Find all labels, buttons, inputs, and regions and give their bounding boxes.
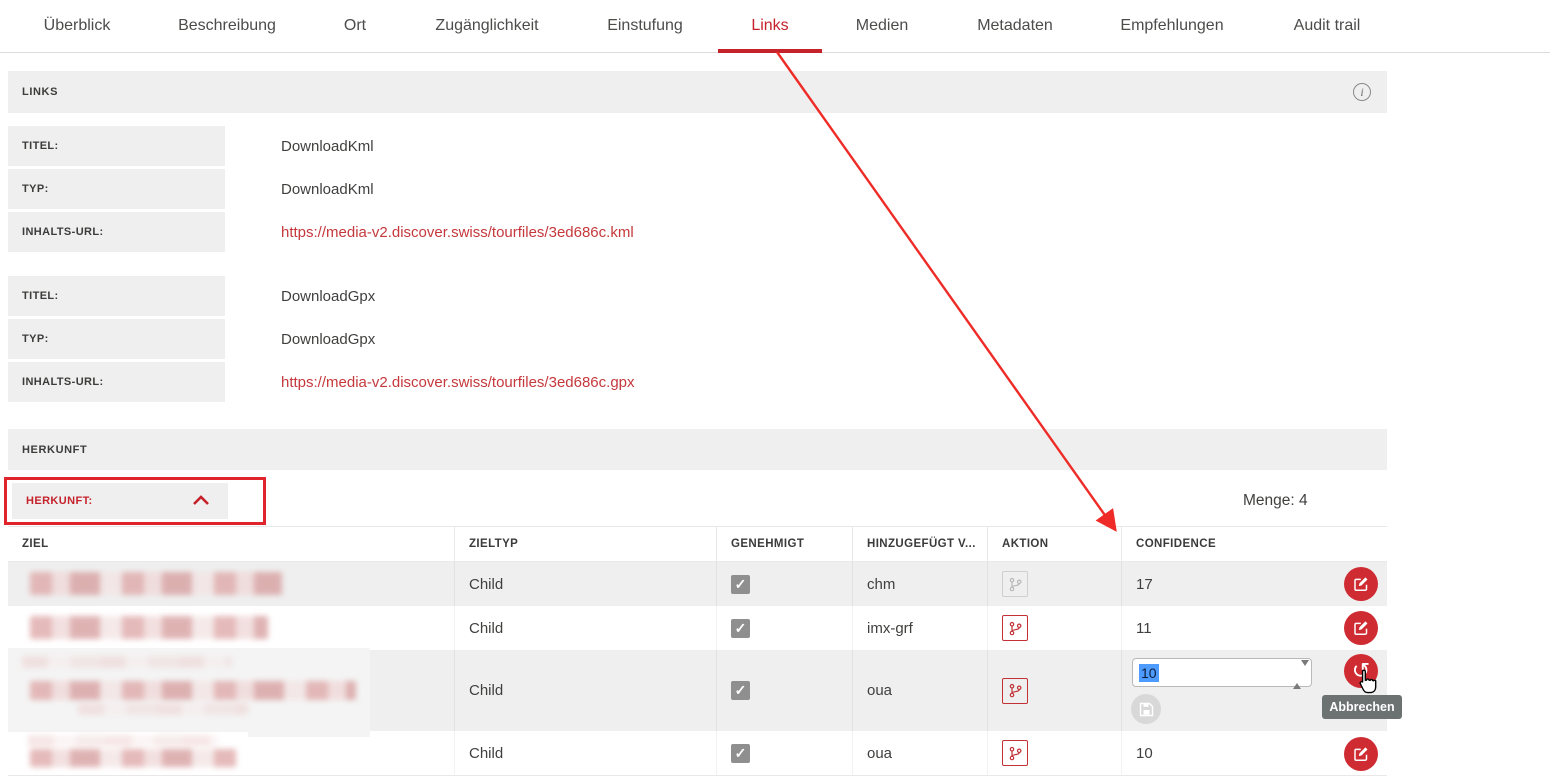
menge-count: Menge: 4 [1243, 492, 1308, 510]
titel-label: TITEL: [8, 126, 225, 166]
genehmigt-checkbox[interactable] [731, 619, 750, 638]
save-disk-icon [1139, 702, 1154, 717]
save-confidence-button[interactable] [1131, 694, 1161, 724]
herkunft-section-header: HERKUNFT [8, 429, 1387, 470]
titel-label: TITEL: [8, 276, 225, 316]
links-section-header: LINKS i [8, 71, 1387, 113]
zieltyp-value: Child [455, 650, 717, 731]
edit-pencil-icon [1353, 746, 1369, 762]
edit-confidence-button[interactable] [1344, 611, 1378, 645]
tab-zugaenglichkeit[interactable]: Zugänglichkeit [435, 17, 538, 35]
genehmigt-checkbox[interactable] [731, 744, 750, 763]
inhalts-url-link[interactable]: https://media-v2.discover.swiss/tourfile… [281, 212, 634, 252]
links-section-title: LINKS [22, 86, 58, 98]
typ-label: TYP: [8, 169, 225, 209]
inhalts-url-link[interactable]: https://media-v2.discover.swiss/tourfile… [281, 362, 635, 402]
number-stepper[interactable] [1293, 666, 1302, 681]
confidence-input[interactable]: 10 [1132, 658, 1312, 687]
col-aktion: AKTION [988, 527, 1122, 561]
stepper-down-icon[interactable] [1301, 660, 1309, 683]
hierarchy-action-button[interactable] [1002, 615, 1028, 641]
tooltip-text: Abbrechen [1329, 700, 1394, 714]
edit-pencil-icon [1353, 620, 1369, 636]
tab-metadaten[interactable]: Metadaten [977, 17, 1053, 35]
redacted-ziel-text [30, 681, 356, 700]
herkunft-field-label: HERKUNFT: [26, 495, 93, 507]
col-ziel: ZIEL [8, 527, 455, 561]
tab-audit-trail[interactable]: Audit trail [1294, 17, 1361, 35]
typ-value: DownloadKml [281, 169, 374, 209]
git-branch-icon [1008, 746, 1023, 761]
hierarchy-action-button[interactable] [1002, 571, 1028, 597]
hinzugefuegt-von-value: oua [853, 731, 988, 775]
herkunft-collapse-toggle[interactable]: HERKUNFT: [12, 483, 228, 519]
git-branch-icon [1008, 577, 1023, 592]
redacted-ziel-text [30, 616, 268, 639]
tab-ort[interactable]: Ort [344, 17, 366, 35]
col-zieltyp: ZIELTYP [455, 527, 717, 561]
genehmigt-checkbox[interactable] [731, 681, 750, 700]
cancel-undo-button[interactable]: ↺ [1344, 654, 1378, 688]
tab-einstufung[interactable]: Einstufung [607, 17, 683, 35]
table-header: ZIEL ZIELTYP GENEHMIGT HINZUGEFÜGT V... … [8, 526, 1387, 562]
info-icon[interactable]: i [1353, 83, 1371, 101]
redaction-panel [8, 648, 370, 737]
redacted-ziel-text [78, 703, 248, 715]
hierarchy-action-button[interactable] [1002, 740, 1028, 766]
col-hinzugefuegt-von: HINZUGEFÜGT V... [853, 527, 988, 561]
tab-ueberblick[interactable]: Überblick [44, 17, 111, 35]
links-admin-page: Überblick Beschreibung Ort Zugänglichkei… [0, 0, 1550, 784]
col-confidence: CONFIDENCE [1122, 527, 1387, 561]
titel-value: DownloadGpx [281, 276, 375, 316]
hinzugefuegt-von-value: oua [853, 650, 988, 731]
genehmigt-checkbox[interactable] [731, 575, 750, 594]
tab-beschreibung[interactable]: Beschreibung [178, 17, 276, 35]
edit-confidence-button[interactable] [1344, 737, 1378, 771]
hinzugefuegt-von-value: imx-grf [853, 606, 988, 650]
inhalts-url-label: INHALTS-URL: [8, 212, 225, 252]
git-branch-icon [1008, 683, 1023, 698]
zieltyp-value: Child [455, 731, 717, 775]
zieltyp-value: Child [455, 562, 717, 606]
hinzugefuegt-von-value: chm [853, 562, 988, 606]
redacted-ziel-text [28, 735, 218, 747]
tab-medien[interactable]: Medien [856, 17, 908, 35]
stepper-up-icon[interactable] [1293, 666, 1301, 689]
herkunft-section-title: HERKUNFT [22, 444, 87, 456]
hierarchy-action-button[interactable] [1002, 678, 1028, 704]
tab-bar: Überblick Beschreibung Ort Zugänglichkei… [0, 0, 1550, 53]
typ-value: DownloadGpx [281, 319, 375, 359]
typ-label: TYP: [8, 319, 225, 359]
tab-links[interactable]: Links [751, 17, 788, 35]
redacted-ziel-text [22, 656, 232, 668]
redacted-ziel-text [30, 572, 282, 595]
tab-empfehlungen[interactable]: Empfehlungen [1120, 17, 1223, 35]
edit-pencil-icon [1353, 576, 1369, 592]
confidence-input-selected-text: 10 [1139, 664, 1159, 682]
chevron-up-icon[interactable] [192, 495, 210, 506]
inhalts-url-label: INHALTS-URL: [8, 362, 225, 402]
titel-value: DownloadKml [281, 126, 374, 166]
git-branch-icon [1008, 621, 1023, 636]
redacted-ziel-text [30, 749, 236, 767]
edit-confidence-button[interactable] [1344, 567, 1378, 601]
tooltip: Abbrechen [1322, 695, 1402, 719]
redaction-panel [8, 732, 248, 773]
col-genehmigt: GENEHMIGT [717, 527, 853, 561]
active-tab-underline [718, 49, 822, 53]
zieltyp-value: Child [455, 606, 717, 650]
